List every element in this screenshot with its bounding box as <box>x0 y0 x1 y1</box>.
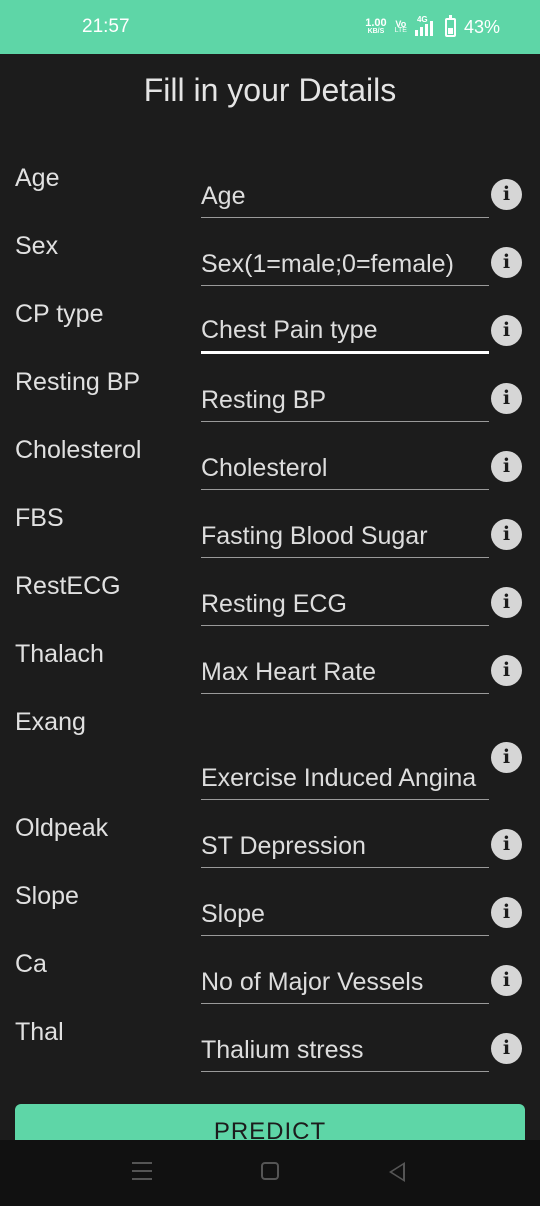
form-row: Cholesterol Cholesterol i <box>0 422 540 490</box>
form-row: Sex Sex(1=male;0=female) i <box>0 218 540 286</box>
info-icon[interactable]: i <box>491 896 522 928</box>
field-input[interactable]: Chest Pain type <box>201 312 489 354</box>
details-form: Age Age i Sex Sex(1=male;0=female) i CP type Ch… <box>0 150 540 1072</box>
field-label: Cholesterol <box>15 436 142 464</box>
field-input[interactable]: Exercise Induced Angina <box>201 760 489 800</box>
field-label: Oldpeak <box>15 814 109 842</box>
info-icon[interactable]: i <box>491 741 522 773</box>
form-row: Slope Slope i <box>0 868 540 936</box>
info-icon[interactable]: i <box>491 1032 522 1064</box>
field-input[interactable]: Fasting Blood Sugar <box>201 518 489 558</box>
field-input[interactable]: Age <box>201 178 489 218</box>
form-row: Thalach Max Heart Rate i <box>0 626 540 694</box>
status-icons: 1.00 KB/S Vo LTE 4G 43% <box>365 14 500 38</box>
field-input[interactable]: Thalium stress <box>201 1032 489 1072</box>
home-icon[interactable] <box>261 1162 279 1180</box>
form-row: RestECG Resting ECG i <box>0 558 540 626</box>
form-row: FBS Fasting Blood Sugar i <box>0 490 540 558</box>
field-label: Exang <box>15 708 86 736</box>
form-row: Resting BP Resting BP i <box>0 354 540 422</box>
info-icon[interactable]: i <box>491 828 522 860</box>
field-label: Sex <box>15 232 59 260</box>
navigation-bar <box>0 1140 540 1206</box>
signal-icon: 4G <box>414 15 437 37</box>
field-input[interactable]: Resting BP <box>201 382 489 422</box>
field-input[interactable]: Cholesterol <box>201 450 489 490</box>
info-icon[interactable]: i <box>491 450 522 482</box>
info-icon[interactable]: i <box>491 654 522 686</box>
form-row: Age Age i <box>0 150 540 218</box>
field-input[interactable]: Sex(1=male;0=female) <box>201 246 489 286</box>
field-input[interactable]: ST Depression <box>201 828 489 868</box>
recent-apps-icon[interactable] <box>132 1162 152 1186</box>
battery-icon <box>444 14 456 37</box>
status-bar: 21:57 1.00 KB/S Vo LTE 4G 43% <box>0 0 540 54</box>
battery-percent: 43% <box>463 16 500 37</box>
info-icon[interactable]: i <box>491 586 522 618</box>
info-icon[interactable]: i <box>491 964 522 996</box>
network-speed: 1.00 KB/S <box>365 18 386 35</box>
field-label: Resting BP <box>15 368 141 396</box>
form-row: Exang Exercise Induced Angina i <box>0 694 540 800</box>
back-icon[interactable] <box>389 1162 405 1182</box>
form-row: Oldpeak ST Depression i <box>0 800 540 868</box>
form-row: Thal Thalium stress i <box>0 1004 540 1072</box>
field-input[interactable]: No of Major Vessels <box>201 964 489 1004</box>
status-time: 21:57 <box>82 16 130 37</box>
info-icon[interactable]: i <box>491 178 522 210</box>
field-label: Thalach <box>15 640 104 668</box>
field-input[interactable]: Resting ECG <box>201 586 489 626</box>
field-label: RestECG <box>15 572 121 600</box>
field-input[interactable]: Max Heart Rate <box>201 654 489 694</box>
field-label: Age <box>15 164 60 192</box>
form-row: CP type Chest Pain type i <box>0 286 540 354</box>
volte-icon: Vo LTE <box>394 19 407 34</box>
info-icon[interactable]: i <box>491 246 522 278</box>
volte-bottom: LTE <box>394 26 407 34</box>
info-icon[interactable]: i <box>491 382 522 414</box>
field-input[interactable]: Slope <box>201 896 489 936</box>
page-title: Fill in your Details <box>143 72 397 108</box>
field-label: Thal <box>15 1018 64 1046</box>
network-speed-unit: KB/S <box>367 27 385 35</box>
field-label: Slope <box>15 882 79 910</box>
field-label: Ca <box>15 950 47 978</box>
field-label: FBS <box>15 504 64 532</box>
info-icon[interactable]: i <box>491 314 522 346</box>
form-row: Ca No of Major Vessels i <box>0 936 540 1004</box>
info-icon[interactable]: i <box>491 518 522 550</box>
field-label: CP type <box>15 300 104 328</box>
